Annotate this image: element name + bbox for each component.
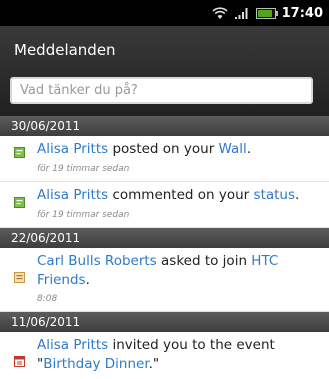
date-section-header: 22/06/2011 <box>0 228 329 248</box>
target-link[interactable]: Birthday Dinner <box>43 356 148 372</box>
comment-icon <box>14 197 25 208</box>
target-link[interactable]: Wall <box>219 141 247 157</box>
status-bar: 17:40 <box>0 0 329 26</box>
user-link[interactable]: Alisa Pritts <box>37 187 108 203</box>
notification-item[interactable]: Alisa Pritts commented on your status. f… <box>0 182 329 228</box>
signal-icon <box>234 7 248 19</box>
event-calendar-icon <box>14 356 25 367</box>
status-update-input[interactable]: Vad tänker du på? <box>10 77 313 104</box>
notification-item[interactable]: Alisa Pritts posted on your Wall. för 19… <box>0 136 329 182</box>
notification-item[interactable]: Carl Bulls Roberts asked to join HTC Fri… <box>0 248 329 312</box>
notification-text: Alisa Pritts posted on your Wall. <box>37 141 252 157</box>
date-section-header: 30/06/2011 <box>0 116 329 136</box>
page-title: Meddelanden <box>14 41 116 59</box>
status-time: 17:40 <box>281 5 323 21</box>
notification-text: Alisa Pritts commented on your status. <box>37 187 300 203</box>
status-icons: 17:40 <box>212 3 323 23</box>
notification-item[interactable]: Alisa Pritts invited you to the event "B… <box>0 332 329 379</box>
user-link[interactable]: Carl Bulls Roberts <box>37 253 157 269</box>
notification-timestamp: 8:08 <box>37 294 58 304</box>
wifi-icon <box>212 6 228 19</box>
date-section-header: 11/06/2011 <box>0 312 329 332</box>
user-link[interactable]: Alisa Pritts <box>37 141 108 157</box>
notification-timestamp: för 19 timmar sedan <box>37 164 130 174</box>
notification-text: Carl Bulls Roberts asked to join HTC Fri… <box>37 253 279 288</box>
notification-text: Alisa Pritts invited you to the event "B… <box>37 337 275 372</box>
group-invite-icon <box>14 272 25 283</box>
target-link[interactable]: status <box>254 187 295 203</box>
notification-timestamp: för 19 timmar sedan <box>37 210 130 220</box>
user-link[interactable]: Alisa Pritts <box>37 337 108 353</box>
app-header: Meddelanden Vad tänker du på? <box>0 26 329 116</box>
battery-icon <box>255 7 278 19</box>
wall-post-icon <box>14 147 25 158</box>
